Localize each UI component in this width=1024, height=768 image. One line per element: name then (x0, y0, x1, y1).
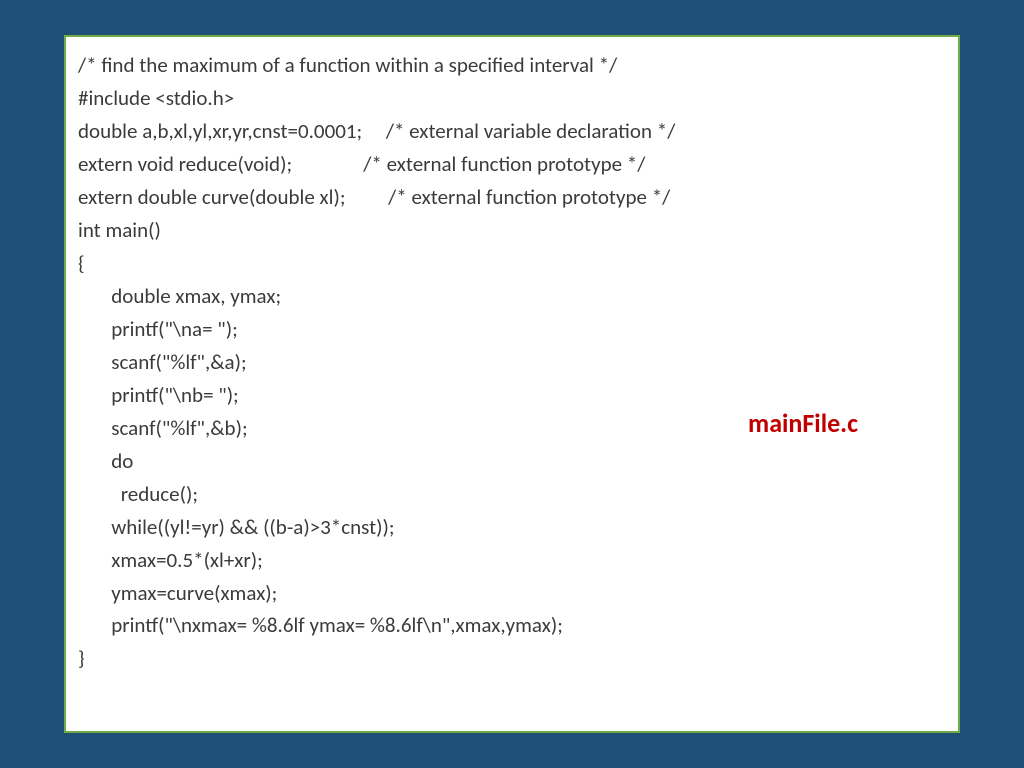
code-panel: /* find the maximum of a function within… (64, 35, 960, 733)
filename-label: mainFile.c (748, 407, 858, 439)
code-block: /* find the maximum of a function within… (78, 49, 946, 675)
